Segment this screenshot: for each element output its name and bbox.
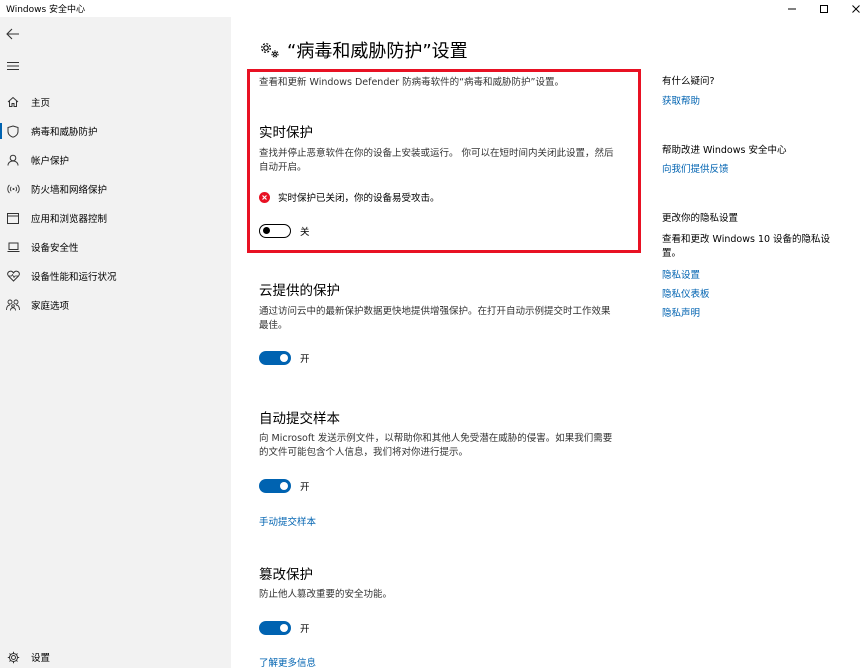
sidebar-item-label: 设置 (31, 653, 51, 664)
page-title: “病毒和威胁防护”设置 (287, 41, 468, 62)
wifi-signal-icon (0, 184, 26, 194)
gear-icon (0, 651, 26, 664)
sample-toggle-row: 开 (259, 479, 310, 493)
hamburger-menu-icon (7, 62, 19, 70)
privacy-dashboard-link[interactable]: 隐私仪表板 (662, 286, 710, 300)
privacy-statement-link[interactable]: 隐私声明 (662, 305, 700, 319)
window-title: Windows 安全中心 (6, 5, 86, 15)
page-header: “病毒和威胁防护”设置 (259, 37, 468, 63)
tamper-protection-title: 篡改保护 (259, 567, 313, 583)
toggle-knob (280, 624, 288, 632)
main-content: “病毒和威胁防护”设置 查看和更新 Windows Defender 防病毒软件… (231, 17, 866, 668)
shield-icon (0, 124, 26, 138)
sidebar-item-label: 设备安全性 (31, 243, 79, 254)
close-button[interactable] (840, 0, 866, 17)
feedback-link[interactable]: 向我们提供反馈 (662, 161, 729, 175)
back-arrow-icon (6, 28, 19, 40)
questions-heading: 有什么疑问? (662, 76, 715, 87)
tamper-toggle-label: 开 (300, 624, 310, 635)
sidebar-item-app-browser[interactable]: 应用和浏览器控制 (0, 205, 231, 231)
minimize-button[interactable] (776, 0, 808, 17)
gears-icon (261, 43, 279, 58)
menu-button[interactable] (0, 53, 26, 79)
privacy-text: 查看和更改 Windows 10 设备的隐私设置。 (662, 234, 831, 259)
sidebar-item-virus-protection[interactable]: 病毒和威胁防护 (0, 118, 231, 144)
sidebar-item-device-security[interactable]: 设备安全性 (0, 234, 231, 260)
cloud-toggle-row: 开 (259, 351, 310, 365)
sidebar-item-account[interactable]: 帐户保护 (0, 147, 231, 173)
sidebar: 主页 病毒和威胁防护 帐户保护 防火墙和网络保护 应用和浏览器控制 设备安全性 … (0, 17, 231, 668)
sidebar-item-label: 设备性能和运行状况 (31, 272, 117, 283)
cloud-protection-desc: 通过访问云中的最新保护数据更快地提供增强保护。在打开自动示例提交时工作效果最佳。 (259, 306, 611, 331)
person-icon (0, 154, 26, 166)
sidebar-item-label: 病毒和威胁防护 (31, 127, 98, 138)
learn-more-link[interactable]: 了解更多信息 (259, 655, 316, 668)
sample-toggle-label: 开 (300, 482, 310, 493)
sidebar-item-device-health[interactable]: 设备性能和运行状况 (0, 263, 231, 289)
sidebar-item-label: 帐户保护 (31, 156, 70, 167)
sidebar-item-home[interactable]: 主页 (0, 89, 231, 115)
title-bar: Windows 安全中心 (0, 0, 866, 17)
cloud-protection-title: 云提供的保护 (259, 283, 340, 299)
highlight-annotation-box (247, 69, 641, 253)
minimize-icon (788, 8, 796, 9)
maximize-icon (820, 4, 828, 13)
home-icon (0, 96, 26, 108)
manual-submit-sample-link[interactable]: 手动提交样本 (259, 514, 316, 528)
cloud-toggle-label: 开 (300, 354, 310, 365)
sample-submission-toggle[interactable] (259, 479, 291, 493)
toggle-knob (280, 482, 288, 490)
sidebar-item-label: 应用和浏览器控制 (31, 214, 108, 225)
tamper-protection-desc: 防止他人篡改重要的安全功能。 (259, 589, 393, 600)
sidebar-item-firewall[interactable]: 防火墙和网络保护 (0, 176, 231, 202)
get-help-link[interactable]: 获取帮助 (662, 93, 700, 107)
browser-window-icon (0, 212, 26, 224)
privacy-heading: 更改你的隐私设置 (662, 213, 739, 224)
heart-icon (0, 270, 26, 282)
sample-submission-title: 自动提交样本 (259, 411, 340, 427)
toggle-knob (280, 354, 288, 362)
sample-submission-desc: 向 Microsoft 发送示例文件，以帮助你和其他人免受潜在威胁的侵害。如果我… (259, 433, 613, 458)
privacy-settings-link[interactable]: 隐私设置 (662, 267, 700, 281)
sidebar-item-label: 防火墙和网络保护 (31, 185, 108, 196)
tamper-protection-toggle[interactable] (259, 621, 291, 635)
sidebar-item-family[interactable]: 家庭选项 (0, 292, 231, 318)
improve-heading: 帮助改进 Windows 安全中心 (662, 145, 787, 156)
tamper-toggle-row: 开 (259, 621, 310, 635)
back-button[interactable] (0, 21, 26, 47)
sidebar-item-label: 主页 (31, 98, 51, 109)
close-icon (852, 4, 860, 13)
sidebar-item-settings[interactable]: 设置 (0, 644, 231, 668)
sidebar-item-label: 家庭选项 (31, 301, 70, 312)
family-icon (0, 299, 26, 311)
laptop-icon (0, 242, 26, 253)
maximize-button[interactable] (808, 0, 840, 17)
cloud-protection-toggle[interactable] (259, 351, 291, 365)
